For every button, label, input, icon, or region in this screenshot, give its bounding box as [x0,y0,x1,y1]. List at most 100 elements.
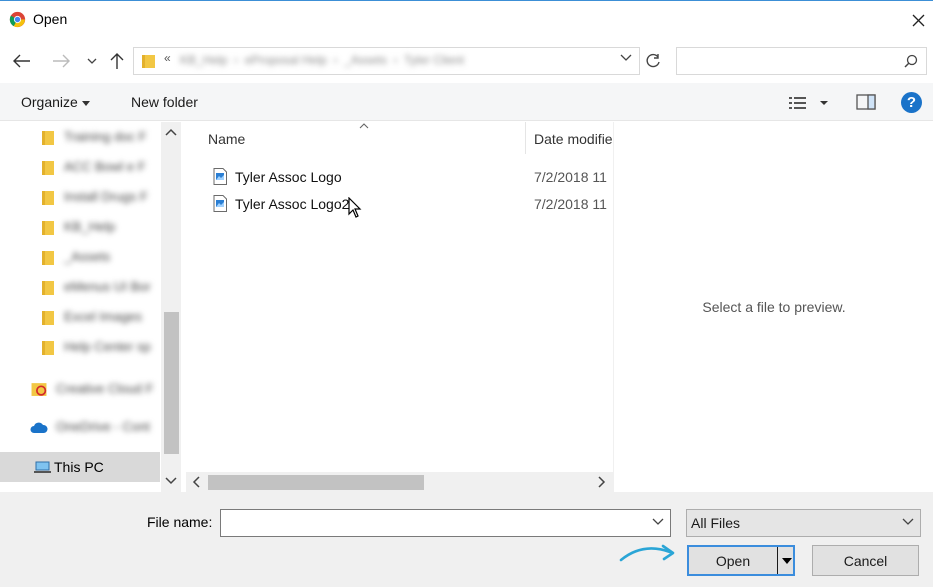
scroll-thumb[interactable] [164,312,179,454]
folder-icon [42,281,54,295]
forward-button[interactable] [49,49,73,73]
refresh-button[interactable] [641,47,665,75]
back-button[interactable] [10,49,34,73]
preview-pane-icon[interactable] [856,93,876,111]
file-list-horizontal-scrollbar[interactable] [186,472,613,492]
folder-icon [42,221,54,235]
scroll-thumb[interactable] [208,475,424,490]
file-name: Tyler Assoc Logo [235,169,342,185]
file-type-select[interactable]: All Files [686,509,921,537]
address-bar[interactable]: « KB_Help › eProposal Help › _Assets › T… [133,47,640,75]
chevron-right-icon[interactable] [595,476,607,488]
title-bar: Open [0,1,933,39]
chevron-down-icon[interactable] [165,474,177,486]
file-list: Name Date modified Tyler Assoc Logo 7/2/… [186,122,613,492]
organize-menu-button[interactable]: Organize [21,94,90,110]
arrow-up-icon [110,53,124,69]
file-name-combobox[interactable] [220,509,671,537]
creative-cloud-icon [31,383,47,396]
file-name-input[interactable] [221,510,641,536]
open-button-label: Open [715,553,751,569]
close-icon [912,14,924,26]
file-date: 7/2/2018 11 [534,196,607,212]
nav-onedrive[interactable]: OneDrive - Cont [0,412,160,442]
nav-folder-label: ACC Bowl e F [64,159,146,174]
dialog-title: Open [33,11,68,27]
new-folder-button[interactable]: New folder [131,94,198,110]
arrow-left-icon [13,54,30,68]
nav-vertical-scrollbar[interactable] [161,122,181,492]
change-view-button[interactable] [788,93,832,113]
image-file-icon [213,195,227,212]
organize-label: Organize [21,94,78,110]
file-date: 7/2/2018 11 [534,169,607,185]
folder-icon [42,191,54,205]
preview-message: Select a file to preview. [702,299,846,315]
chevron-down-icon [87,58,97,64]
close-button[interactable] [903,1,933,39]
image-file-icon [213,168,227,185]
open-button[interactable]: Open [687,545,795,576]
overflow-chevron[interactable]: « [164,51,171,65]
nav-this-pc-label: This PC [54,459,104,475]
breadcrumb-item[interactable]: _Assets [344,53,387,67]
chevron-down-icon [902,518,914,525]
nav-folder-label: Training doc F [64,129,147,144]
chrome-icon [9,11,26,28]
nav-folder[interactable]: eMenus UI Bor [0,272,160,302]
search-input[interactable] [677,48,877,74]
nav-folder[interactable]: KB_Help [0,212,160,242]
nav-folder-label: KB_Help [64,219,116,234]
column-header-name[interactable]: Name [208,131,245,147]
chevron-up-icon[interactable] [165,127,177,139]
details-view-icon [789,97,828,109]
nav-creative-cloud-label: Creative Cloud F [56,381,154,396]
chevron-down-icon[interactable] [652,518,664,526]
folder-icon [42,131,54,145]
split-divider [777,547,778,574]
open-options-dropdown-icon[interactable] [782,558,792,564]
search-icon [904,54,918,68]
file-row[interactable]: Tyler Assoc Logo 7/2/2018 11 [186,164,613,190]
onedrive-icon [30,422,48,433]
search-box[interactable] [676,47,927,75]
column-divider[interactable] [525,122,526,154]
up-button[interactable] [105,49,129,73]
command-bar: Organize New folder ? [0,83,933,121]
nav-creative-cloud[interactable]: Creative Cloud F [0,374,160,404]
refresh-icon [646,53,660,68]
breadcrumb-item[interactable]: eProposal Help [245,53,327,67]
nav-folder[interactable]: Install Drugs F [0,182,160,212]
breadcrumb-item[interactable]: KB_Help [180,53,227,67]
chevron-down-icon[interactable] [620,54,632,62]
nav-folder-label: eMenus UI Bor [64,279,151,294]
help-icon[interactable]: ? [901,92,922,113]
file-name-label: File name: [147,514,213,530]
folder-icon [42,251,54,265]
nav-onedrive-label: OneDrive - Cont [56,419,150,434]
breadcrumb-item[interactable]: Tyler Client [404,53,464,67]
column-header-date[interactable]: Date modified [534,131,613,147]
nav-folder-label: _Assets [64,249,111,264]
nav-folder[interactable]: Help Center sp [0,332,160,362]
nav-folder[interactable]: Excel Images [0,302,160,332]
chevron-left-icon[interactable] [191,476,203,488]
nav-this-pc[interactable]: This PC [0,452,160,482]
arrow-right-icon [53,54,70,68]
mouse-cursor-icon [348,197,362,218]
navigation-pane: Training doc F ACC Bowl e F Install Drug… [0,122,182,492]
folder-icon [42,341,54,355]
cancel-button[interactable]: Cancel [812,545,919,576]
curved-arrow-annotation-icon [619,544,675,562]
file-row[interactable]: Tyler Assoc Logo2 7/2/2018 11 [186,191,613,217]
nav-folder[interactable]: Training doc F [0,122,160,152]
computer-icon [34,461,51,473]
nav-folder-label: Help Center sp [64,339,151,354]
nav-folder[interactable]: ACC Bowl e F [0,152,160,182]
folder-icon [42,311,54,325]
recent-locations-button[interactable] [80,49,104,73]
folder-icon [142,55,155,68]
open-file-dialog: Open « KB_Help › eProposal Help › _Asset… [0,0,933,587]
nav-folder[interactable]: _Assets [0,242,160,272]
file-name: Tyler Assoc Logo2 [235,196,350,212]
